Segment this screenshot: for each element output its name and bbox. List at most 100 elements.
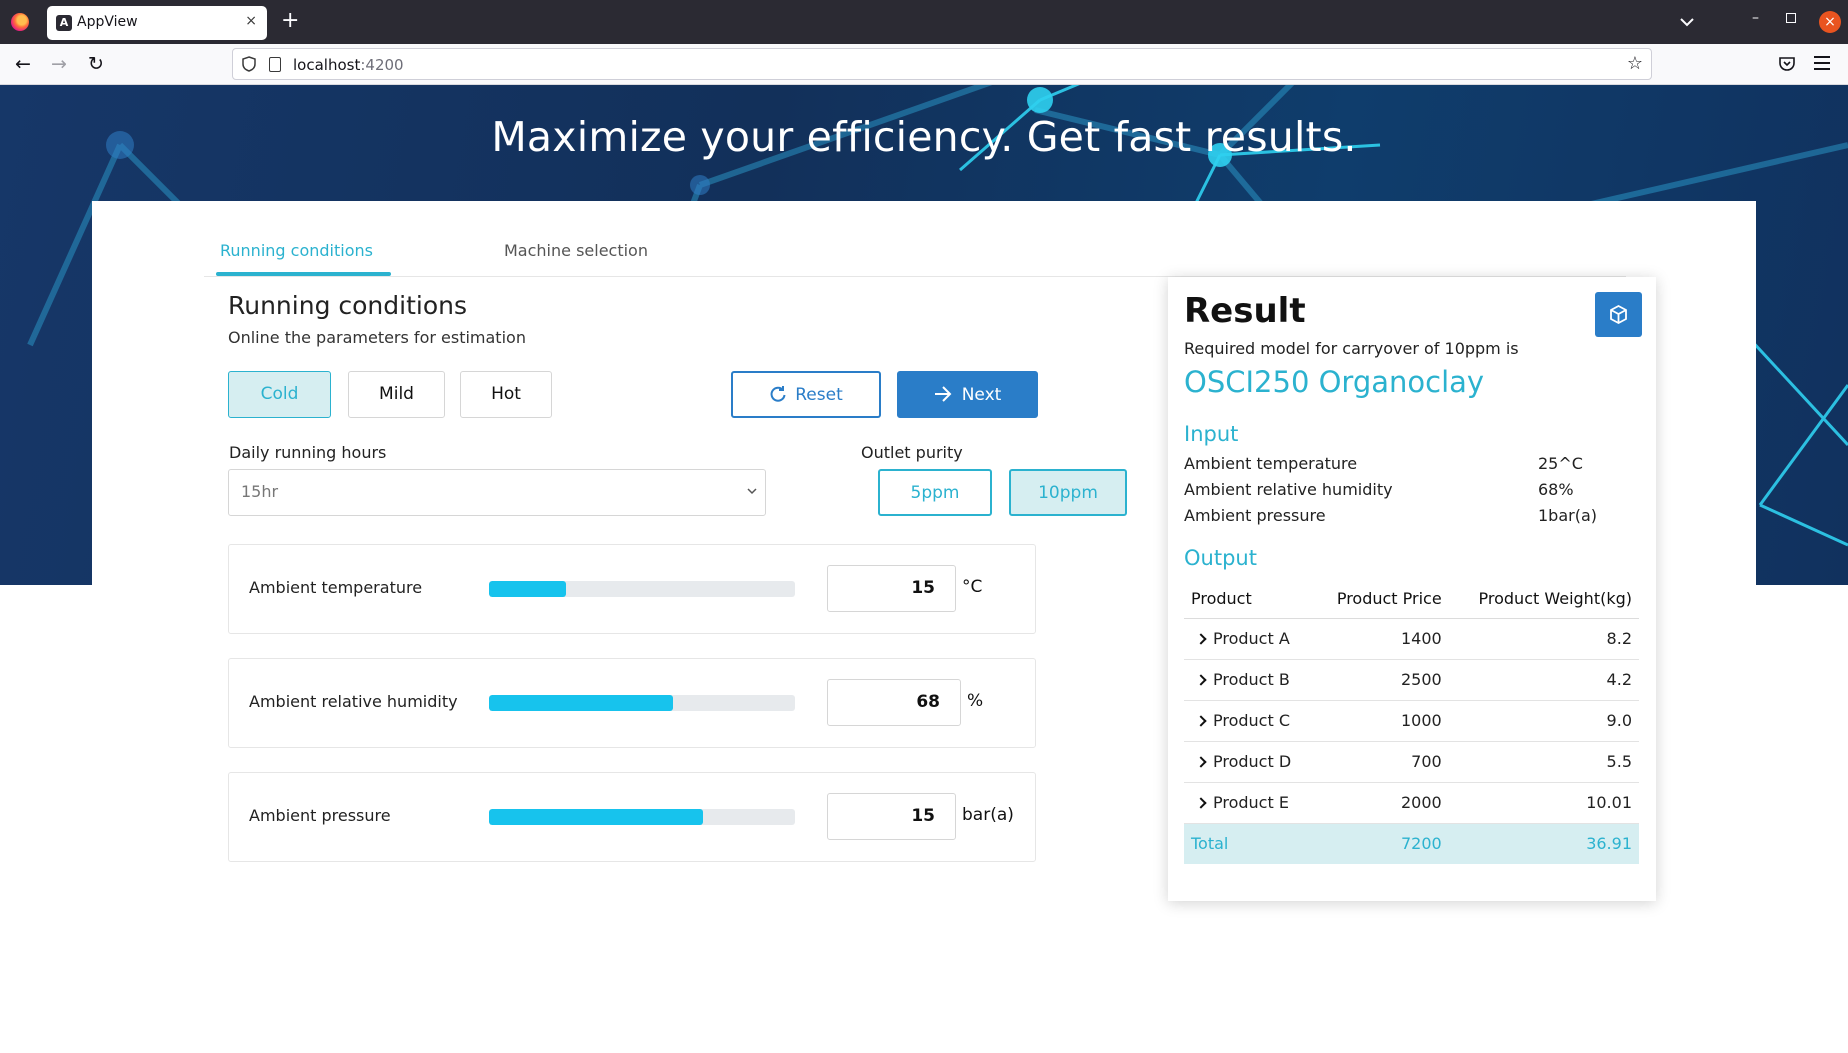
pocket-icon[interactable] (1778, 56, 1796, 72)
hours-label: Daily running hours (229, 443, 387, 462)
bookmark-star-icon[interactable]: ☆ (1627, 53, 1643, 74)
table-row[interactable]: Product A 1400 8.2 (1184, 618, 1639, 660)
input-row: Ambient relative humidity 68% (1184, 480, 1624, 499)
chevron-right-icon[interactable] (1195, 633, 1207, 645)
url-text: localhost:4200 (293, 56, 404, 74)
reset-button[interactable]: Reset (731, 371, 881, 418)
hours-select-value: 15hr (241, 482, 279, 501)
temperature-input[interactable]: 15 (827, 565, 956, 612)
chevron-right-icon[interactable] (1195, 797, 1207, 809)
new-tab-button[interactable]: + (281, 8, 299, 34)
param-unit: bar(a) (962, 805, 1014, 825)
humidity-slider[interactable] (489, 695, 795, 711)
maximize-window-button[interactable] (1786, 13, 1796, 23)
param-row: Ambient relative humidity 68 % (228, 658, 1036, 748)
result-title: Result (1184, 291, 1306, 331)
model-3d-button[interactable] (1595, 292, 1642, 337)
weight-cell: 10.01 (1448, 782, 1639, 824)
column-header-product: Product (1184, 579, 1314, 619)
product-cell: Product A (1184, 618, 1314, 660)
minimize-window-button[interactable]: – (1752, 10, 1759, 26)
pressure-slider[interactable] (489, 809, 795, 825)
temperature-slider[interactable] (489, 581, 795, 597)
table-row[interactable]: Product D 700 5.5 (1184, 741, 1639, 783)
address-bar[interactable]: localhost:4200 ☆ (232, 48, 1652, 80)
tab-running-conditions[interactable]: Running conditions (220, 241, 373, 260)
slider-fill (489, 695, 673, 711)
arrow-right-icon (934, 386, 952, 402)
section-subtitle: Online the parameters for estimation (228, 328, 526, 347)
hero-title: Maximize your efficiency. Get fast resul… (491, 113, 1357, 161)
param-row: Ambient temperature 15 °C (228, 544, 1036, 634)
pressure-input[interactable]: 15 (827, 793, 956, 840)
price-cell: 700 (1313, 741, 1449, 783)
list-all-tabs-icon[interactable] (1677, 12, 1697, 32)
param-unit: °C (962, 577, 983, 597)
browser-tab-title: AppView (77, 14, 138, 30)
active-tab-indicator (216, 272, 391, 276)
climate-cold-button[interactable]: Cold (228, 371, 331, 418)
input-row: Ambient pressure 1bar(a) (1184, 506, 1624, 525)
back-button[interactable]: ← (11, 52, 35, 76)
column-header-price: Product Price (1313, 579, 1449, 619)
input-value: 68% (1538, 480, 1574, 499)
input-row: Ambient temperature 25^C (1184, 454, 1624, 473)
reload-button[interactable]: ↻ (84, 52, 108, 76)
column-header-weight: Product Weight(kg) (1448, 579, 1639, 619)
browser-tab-bar: A AppView × + – × (0, 0, 1848, 44)
climate-mild-button[interactable]: Mild (348, 371, 445, 418)
page-info-icon[interactable] (269, 57, 281, 72)
close-tab-icon[interactable]: × (245, 13, 257, 29)
param-label: Ambient relative humidity (249, 692, 458, 711)
output-heading: Output (1184, 546, 1257, 570)
close-window-button[interactable]: × (1819, 11, 1841, 33)
tracking-shield-icon[interactable] (241, 56, 257, 72)
table-row[interactable]: Product B 2500 4.2 (1184, 659, 1639, 701)
param-unit: % (967, 691, 984, 711)
table-header-row: Product Product Price Product Weight(kg) (1184, 579, 1639, 619)
section-title: Running conditions (228, 291, 468, 320)
forward-button[interactable]: → (47, 52, 71, 76)
purity-10ppm-button[interactable]: 10ppm (1009, 469, 1127, 516)
cube-icon (1610, 304, 1627, 325)
chevron-right-icon[interactable] (1195, 674, 1207, 686)
input-value: 1bar(a) (1538, 506, 1598, 525)
total-price: 7200 (1313, 823, 1449, 864)
running-conditions-form: Running conditions Online the parameters… (228, 291, 1127, 862)
total-label: Total (1184, 823, 1314, 864)
chevron-right-icon[interactable] (1195, 756, 1207, 768)
input-label: Ambient pressure (1184, 506, 1326, 525)
price-cell: 2000 (1313, 782, 1449, 824)
weight-cell: 8.2 (1448, 618, 1639, 660)
param-label: Ambient pressure (249, 806, 391, 825)
climate-hot-button[interactable]: Hot (460, 371, 552, 418)
purity-5ppm-button[interactable]: 5ppm (878, 469, 992, 516)
chevron-right-icon[interactable] (1195, 715, 1207, 727)
price-cell: 1000 (1313, 700, 1449, 742)
browser-nav-bar: ← → ↻ localhost:4200 ☆ (0, 44, 1848, 85)
humidity-input[interactable]: 68 (827, 679, 961, 726)
firefox-logo-icon[interactable] (11, 13, 29, 31)
tab-bar: Running conditions Machine selection (204, 229, 1626, 277)
table-row[interactable]: Product E 2000 10.01 (1184, 782, 1639, 824)
tab-machine-selection[interactable]: Machine selection (504, 241, 648, 260)
hamburger-menu-icon[interactable] (1814, 56, 1830, 70)
product-cell: Product B (1184, 659, 1314, 701)
purity-label: Outlet purity (861, 443, 963, 462)
slider-fill (489, 809, 704, 825)
table-total-row: Total 7200 36.91 (1184, 823, 1639, 864)
reset-label: Reset (795, 385, 843, 405)
browser-tab[interactable]: A AppView × (47, 6, 267, 40)
param-row: Ambient pressure 15 bar(a) (228, 772, 1036, 862)
product-cell: Product E (1184, 782, 1314, 824)
output-table: Product Product Price Product Weight(kg)… (1184, 579, 1639, 864)
next-label: Next (961, 385, 1002, 405)
hours-select[interactable]: 15hr (228, 469, 766, 516)
weight-cell: 4.2 (1448, 659, 1639, 701)
next-button[interactable]: Next (897, 371, 1038, 418)
table-row[interactable]: Product C 1000 9.0 (1184, 700, 1639, 742)
weight-cell: 5.5 (1448, 741, 1639, 783)
result-subtitle: Required model for carryover of 10ppm is (1184, 339, 1519, 358)
input-label: Ambient relative humidity (1184, 480, 1393, 499)
product-cell: Product C (1184, 700, 1314, 742)
